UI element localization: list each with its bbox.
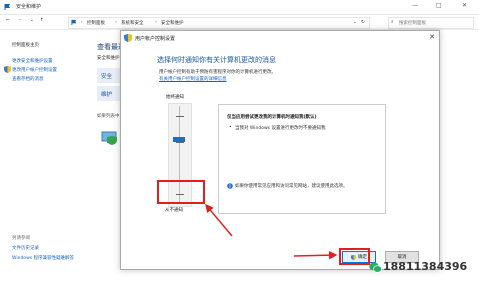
address-box[interactable]: › 控制面板 › 系统和安全 › 安全和维护 ⌄ ↻: [68, 17, 370, 29]
slider-bottom-label: 从不通知: [165, 208, 183, 213]
dialog-heading: 选择何时通知你有关计算机更改的消息: [157, 56, 276, 64]
forward-arrow-icon[interactable]: →: [18, 18, 22, 23]
control-panel-icon: [71, 19, 77, 26]
back-arrow-icon[interactable]: ←: [6, 18, 10, 23]
dropdown-chevron-icon[interactable]: ⌄: [353, 20, 357, 25]
level-note: 如果你使用常见应用和访问常见网站，建议使用此选项。: [235, 184, 348, 189]
level-title: 仅当应用尝试更改我的计算机时通知我(默认): [227, 115, 317, 120]
security-section[interactable]: 安全: [97, 68, 120, 83]
dialog-close-icon[interactable]: ✕: [429, 33, 435, 41]
see-also-title: 另请参阅: [12, 236, 30, 241]
maintenance-section[interactable]: 维护: [97, 86, 120, 101]
maximize-button[interactable]: □: [436, 2, 442, 9]
maintenance-section-label: 维护: [101, 92, 113, 98]
breadcrumb-sep-icon: ›: [155, 20, 157, 25]
file-history-link[interactable]: 文件历史记录: [12, 245, 39, 251]
close-button[interactable]: ✕: [462, 2, 467, 9]
main-note: 如果列表中: [97, 114, 120, 119]
compatibility-troubleshooter-link[interactable]: Windows 程序兼容性疑难解答: [12, 255, 74, 261]
main-subheading: 安全和维护: [97, 56, 120, 61]
breadcrumb-sep-icon: ›: [115, 20, 117, 25]
dialog-title: 用户帐户控制设置: [135, 36, 176, 42]
computer-shield-icon: [101, 131, 117, 145]
search-placeholder: 搜索控制面板: [399, 21, 426, 26]
control-panel-home-link[interactable]: 控制面板主页: [12, 42, 39, 48]
search-input[interactable]: ⌕ 搜索控制面板: [388, 17, 474, 29]
info-icon: [227, 183, 233, 189]
uac-settings-dialog: 用户帐户控制设置 ✕ 选择何时通知你有关计算机更改的消息 用户帐户控制有助于预防…: [120, 30, 440, 270]
change-security-settings-link[interactable]: 更改安全和维护设置: [12, 58, 53, 64]
level-description-box: 仅当应用尝试更改我的计算机时通知我(默认) • 当我对 Windows 设置进行…: [218, 104, 386, 214]
slider-top-label: 始终通知: [166, 95, 184, 100]
minimize-button[interactable]: —: [412, 2, 418, 9]
refresh-icon[interactable]: ↻: [361, 20, 365, 25]
security-section-label: 安全: [101, 74, 113, 80]
uac-details-link[interactable]: 有关用户帐户控制设置的详细信息: [159, 76, 227, 82]
slider-tick: [176, 116, 184, 117]
view-archived-messages-link[interactable]: 查看存档的消息: [12, 76, 44, 82]
wechat-icon: [369, 262, 382, 273]
slider-bottom-highlight: [157, 180, 205, 204]
level-bullet: 当我对 Windows 设置进行更改时不要通知我: [235, 126, 326, 131]
flag-icon: [4, 4, 10, 10]
shield-icon: [4, 66, 11, 73]
breadcrumb-system-security[interactable]: 系统和安全: [121, 20, 144, 26]
search-icon: ⌕: [391, 20, 394, 25]
dialog-description: 用户帐户控制有助于预防有害程序对你的计算机进行更改。: [159, 70, 276, 75]
bullet-icon: •: [229, 125, 232, 130]
ok-button-highlight: [339, 248, 370, 265]
up-arrow-icon[interactable]: ↑: [40, 18, 44, 23]
window-title: 安全和维护: [16, 4, 42, 10]
breadcrumb-security-maintenance[interactable]: 安全和维护: [161, 20, 184, 26]
change-uac-settings-link[interactable]: 更改用户帐户控制设置: [12, 67, 57, 73]
dialog-titlebar: 用户帐户控制设置 ✕: [121, 31, 439, 45]
slider-thumb[interactable]: [173, 137, 185, 142]
breadcrumb-control-panel[interactable]: 控制面板: [87, 20, 105, 26]
recent-chevron-icon[interactable]: ⌄: [30, 18, 34, 23]
window-titlebar: 安全和维护 — □ ✕: [0, 0, 479, 15]
slider-tick: [176, 142, 184, 143]
breadcrumb-sep-icon: ›: [81, 20, 83, 25]
uac-shield-icon: [124, 34, 132, 42]
watermark-phone: 18811384396: [383, 260, 468, 273]
